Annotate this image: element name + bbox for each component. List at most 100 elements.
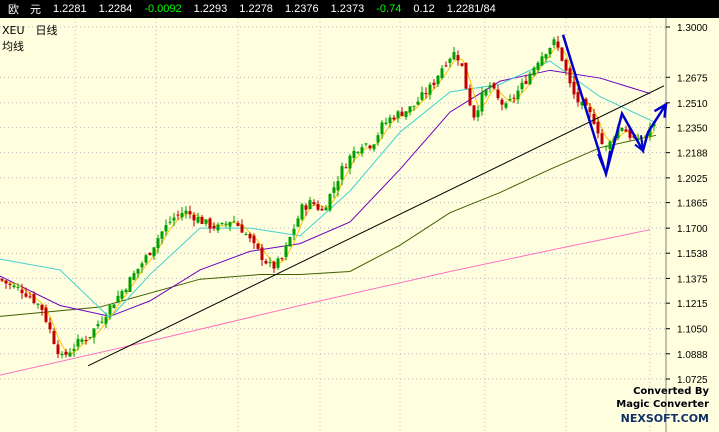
candle-down [56,344,60,355]
candle-down [320,208,324,211]
candle-down [280,258,284,260]
price-tick-label: 1.1375 [677,274,708,285]
candle-up [224,223,228,225]
candle-down [524,80,528,84]
candle-up [184,210,188,214]
candle-up [68,352,72,357]
candle-up [544,54,548,59]
candle-up [388,117,392,124]
candle-up [216,224,220,231]
candle-down [444,65,448,67]
quote-field-1: 1.2281 [53,3,87,15]
candle-up [348,155,352,169]
candle-up [528,73,532,85]
candle-up [440,68,444,79]
price-tick-label: 1.1700 [677,224,708,235]
candle-down [316,203,320,210]
candle-up [360,147,364,154]
candle-down [248,234,252,239]
candle-up [12,285,16,288]
candle-up [196,217,200,223]
candle-up [476,110,480,118]
candle-up [76,338,80,347]
candle-up [164,225,168,232]
candle-up [92,328,96,338]
quote-field-3: -0.0092 [144,3,182,15]
chart-label-ma: 均线 [2,39,24,53]
quote-field-6: 1.2376 [284,3,319,15]
quote-field-10: 1.2281/84 [446,3,496,15]
candle-up [516,90,520,100]
price-tick-label: 1.2350 [677,124,708,135]
candle-down [200,216,204,224]
candle-up [480,92,484,112]
watermark-line-2: Magic Converter [616,399,709,410]
candle-up [204,219,208,224]
candle-up [144,255,148,263]
candle-up [332,187,336,193]
price-tick-label: 1.1538 [677,249,708,260]
candle-down [252,235,256,244]
candle-down [4,280,8,284]
candle-down [560,47,564,61]
candle-up [548,47,552,55]
candle-down [468,88,472,106]
candle-up [72,348,76,351]
candle-up [244,233,248,235]
quote-field-7: 1.2373 [330,3,365,15]
candle-down [148,252,152,256]
candle-down [392,117,396,120]
price-tick-label: 1.2188 [677,149,708,160]
candle-up [404,111,408,118]
candle-down [32,293,36,303]
candle-down [472,105,476,118]
candle-up [608,141,612,150]
candle-up [336,181,340,191]
candle-down [572,81,576,95]
candle-up [540,56,544,66]
candle-down [556,41,560,48]
candles [0,35,656,359]
quote-field-4: 1.2293 [193,3,228,15]
candle-up [116,295,120,303]
candle-up [16,286,20,288]
price-tick-label: 1.0888 [677,350,708,361]
candle-up [96,324,100,327]
candle-down [400,111,404,116]
candle-up [384,122,388,124]
price-tick-label: 1.1865 [677,199,708,210]
candle-up [152,247,156,257]
candle-down [40,304,44,310]
candle-up [132,273,136,280]
candle-up [452,52,456,60]
candle-up [172,217,176,221]
candle-down [236,223,240,226]
candle-up [416,101,420,105]
candle-down [260,247,264,261]
candle-down [588,107,592,113]
candle-down [212,225,216,229]
price-tick-label: 1.2510 [677,99,708,110]
candle-down [312,202,316,205]
chart-label-symbol: XEU 日线 [2,23,58,37]
candle-up [296,218,300,227]
candle-down [24,293,28,297]
candle-up [140,263,144,268]
candle-up [436,75,440,85]
drawn-lines [87,34,668,367]
candle-up [300,204,304,220]
candle-down [208,218,212,229]
candle-up [380,122,384,135]
candle-down [456,55,460,61]
symbol-name: 欧 元 [8,4,41,16]
candle-up [504,103,508,108]
candle-up [340,166,344,180]
candle-up [552,39,556,46]
candle-up [328,193,332,211]
candle-up [88,337,92,339]
candle-up [484,89,488,96]
candle-up [128,277,132,292]
quote-field-9: 0.12 [413,3,435,15]
candle-up [288,237,292,247]
candle-down [596,121,600,134]
